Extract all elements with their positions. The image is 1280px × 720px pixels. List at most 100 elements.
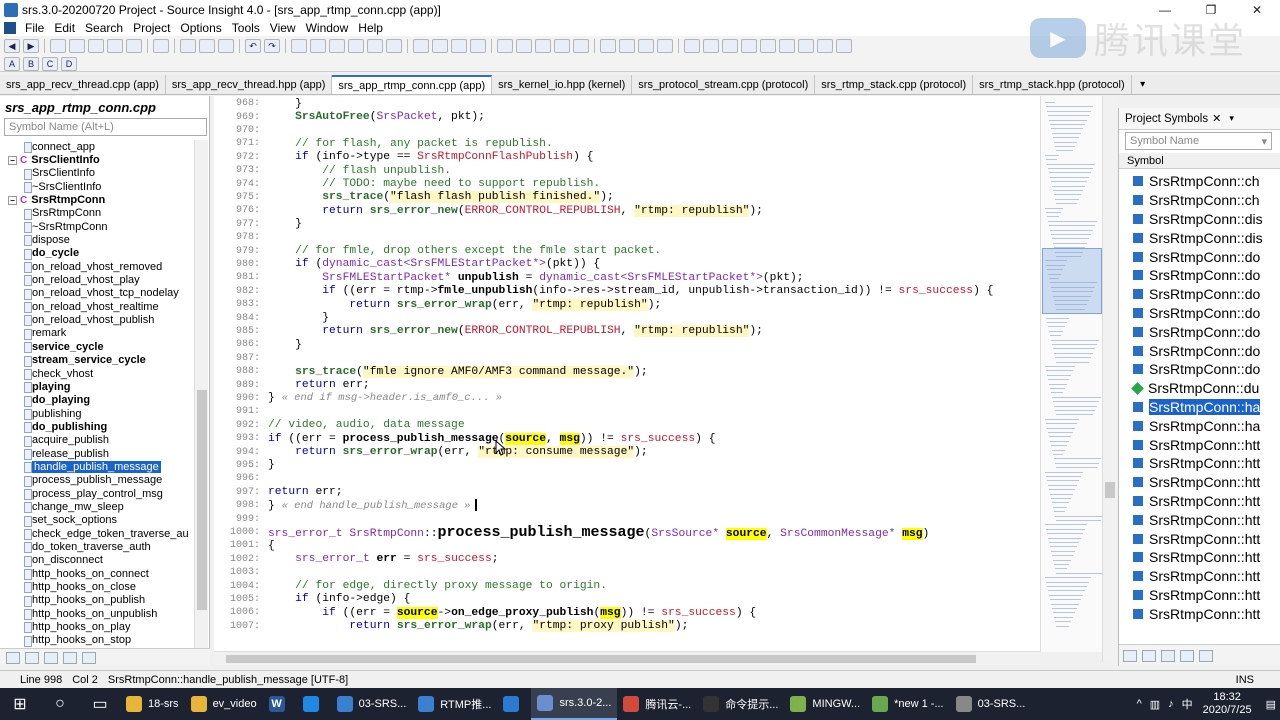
home-icon[interactable] <box>798 39 814 53</box>
symbol-search-input[interactable]: Symbol Name (Alt+L) <box>4 118 207 136</box>
task-view-icon[interactable]: ▭ <box>80 688 120 720</box>
symbol-list-item[interactable]: SrsRtmpConn::htt <box>1119 510 1280 529</box>
symbol-list-item[interactable]: SrsRtmpConn::du <box>1119 379 1280 398</box>
symbol-list-item[interactable]: SrsRtmpConn::htt <box>1119 604 1280 623</box>
code-line[interactable]: 992: // video, audio, data message <box>214 419 465 432</box>
overview-viewport[interactable] <box>1042 248 1102 314</box>
clip-icon[interactable] <box>722 39 738 53</box>
forward-icon[interactable]: ▶ <box>23 39 39 53</box>
taskbar-app[interactable]: srs.3.0-2... <box>531 688 618 720</box>
code-line[interactable]: 990:} « end if msg->header.is_amf0_c... … <box>214 392 502 405</box>
symbol-list-item[interactable]: SrsRtmpConn::htt <box>1119 586 1280 605</box>
paste-icon[interactable] <box>218 39 234 53</box>
tree-member-item[interactable]: process_publish_message <box>4 474 194 487</box>
taskbar-app[interactable]: 03-SRS... <box>950 688 1032 720</box>
tree-member-item[interactable]: http_hooks_on_connect <box>4 567 194 581</box>
tree-member-item[interactable]: publishing <box>4 407 194 421</box>
tree-member-item[interactable]: dispose <box>4 233 194 247</box>
code-line[interactable]: 985: return srs_error_new(ERROR_CONTROL_… <box>214 325 763 338</box>
bookmark-list-icon[interactable] <box>470 39 486 53</box>
image-icon[interactable] <box>760 39 776 53</box>
code-line[interactable]: 984: } <box>214 311 329 324</box>
symbol-list-item[interactable]: SrsRtmpConn::htt <box>1119 567 1280 586</box>
tree-member-item[interactable]: do_token_traverse_auth <box>4 540 194 554</box>
code-line[interactable]: 1002: srs_error_t err = srs_success; <box>214 553 499 566</box>
symbol-window-icon[interactable] <box>535 39 551 53</box>
tree-class-node[interactable]: − C SrsClientInfo <box>4 153 194 166</box>
scrollbar-thumb[interactable] <box>226 655 976 663</box>
code-line[interactable]: 995:} <box>214 459 275 472</box>
layout-1-icon[interactable] <box>600 39 616 53</box>
tree-member-item[interactable]: http_hooks_on_stop <box>4 634 194 648</box>
code-line[interactable]: 1003: <box>214 566 268 579</box>
taskbar-app[interactable]: MINGW... <box>784 688 866 720</box>
code-line[interactable]: 977: } <box>214 218 302 231</box>
bird-icon[interactable] <box>817 39 833 53</box>
sync-icon[interactable] <box>497 39 513 53</box>
scrollbar-thumb[interactable] <box>1105 482 1115 498</box>
code-line[interactable]: 975: srs_trace("flash flash publish fini… <box>214 191 614 204</box>
tree-member-item[interactable]: process_play_control_msg <box>4 487 194 501</box>
tree-member-item[interactable]: service_cycle <box>4 340 194 354</box>
open-folder-icon[interactable] <box>69 39 85 53</box>
code-line[interactable]: 978: <box>214 231 268 244</box>
list-view-icon[interactable] <box>1142 649 1156 662</box>
code-line[interactable]: 983: return srs_error_wrap(err, "rtmp: r… <box>214 298 661 311</box>
symbol-list-item[interactable]: SrsRtmpConn::htt <box>1119 435 1280 454</box>
menu-window[interactable]: Window <box>301 21 354 35</box>
save-icon[interactable] <box>88 39 104 53</box>
tree-member-item[interactable]: check_edge_token_traverse_au <box>4 527 194 541</box>
code-line[interactable]: 970: <box>214 124 268 137</box>
code-overview-map[interactable] <box>1040 96 1105 652</box>
symbol-list-item[interactable]: SrsRtmpConn::do <box>1119 266 1280 285</box>
power-icon[interactable] <box>684 39 700 53</box>
menu-edit[interactable]: Edit <box>49 21 80 35</box>
symbol-list-item[interactable]: SrsRtmpConn::htt <box>1119 492 1280 511</box>
tree-member-item[interactable]: http_hooks_on_unpublish <box>4 607 194 621</box>
tree-member-item[interactable]: remark <box>4 327 194 341</box>
context-icon[interactable] <box>573 39 589 53</box>
code-editor[interactable]: 968: } 969: SrsAutoFree(SrsPacket, pkt); 9… <box>214 96 1040 652</box>
search-files-icon[interactable] <box>367 39 383 53</box>
redo-icon[interactable]: ↷ <box>264 39 280 53</box>
network-icon[interactable]: ▥ <box>1150 698 1160 711</box>
undo-icon[interactable]: ↶ <box>245 39 261 53</box>
clock[interactable]: 18:32 2020/7/25 <box>1203 691 1252 717</box>
menu-project[interactable]: Project <box>128 21 175 35</box>
code-line[interactable]: 993: if ((err = process_publish_message(s… <box>214 432 716 445</box>
tree-member-item[interactable]: set_sock_options <box>4 514 194 527</box>
file-tab[interactable]: srs_rtmp_stack.hpp (protocol) <box>973 75 1132 94</box>
code-line[interactable]: 972: if (info->type == SrsRtmpConnFlashP… <box>214 151 593 164</box>
symbol-list-item[interactable]: SrsRtmpConn::htt <box>1119 529 1280 548</box>
tree-member-item[interactable]: playing <box>4 380 194 394</box>
editor-horizontal-scrollbar[interactable] <box>214 651 1040 665</box>
tree-member-item[interactable]: do_publishing <box>4 420 194 434</box>
tree-member-item[interactable]: SrsRtmpConn <box>4 207 194 221</box>
layout-2-icon[interactable] <box>619 39 635 53</box>
tree-member-item[interactable]: acquire_publish <box>4 434 194 447</box>
taskbar-app[interactable]: *new 1 -... <box>866 688 950 720</box>
tab-overflow-icon[interactable]: ▾ <box>1132 75 1154 94</box>
code-line[interactable]: 997: return err; <box>214 486 343 499</box>
tree-member-item[interactable]: on_reload_vhost_tcp_nodelay <box>4 287 194 301</box>
taskbar-app[interactable]: 腾讯云-... <box>617 688 697 720</box>
gear-icon[interactable] <box>1199 649 1213 662</box>
find-prev-icon[interactable] <box>329 39 345 53</box>
tools-icon[interactable] <box>1180 649 1194 662</box>
tree-member-item[interactable]: SrsClientInfo <box>4 167 194 181</box>
symbol-list-item[interactable]: SrsRtmpConn::do <box>1119 360 1280 379</box>
code-line[interactable]: 998:} « end handle_publish_message » <box>214 499 477 512</box>
file-tab[interactable]: srs_rtmp_stack.cpp (protocol) <box>815 75 974 94</box>
code-line[interactable]: 989: return err; <box>214 378 370 391</box>
tree-member-item[interactable]: handle_publish_message <box>4 460 194 474</box>
tree-member-item[interactable]: on_reload_vhost_play <box>4 273 194 287</box>
file-tab[interactable]: srs_app_recv_thread.cpp (app) <box>0 75 166 94</box>
collapse-icon[interactable]: − <box>8 195 17 205</box>
code-line[interactable]: 1004: // for edge, directly proxy messag… <box>214 579 607 592</box>
symbol-list-item[interactable]: SrsRtmpConn::ha <box>1119 398 1280 417</box>
tree-member-item[interactable]: do_playing <box>4 394 194 407</box>
scrollbar-thumb[interactable] <box>197 390 207 610</box>
symbol-list-item[interactable]: SrsRtmpConn::htt <box>1119 548 1280 567</box>
find-next-icon[interactable] <box>310 39 326 53</box>
filter-icon[interactable] <box>1161 649 1175 662</box>
